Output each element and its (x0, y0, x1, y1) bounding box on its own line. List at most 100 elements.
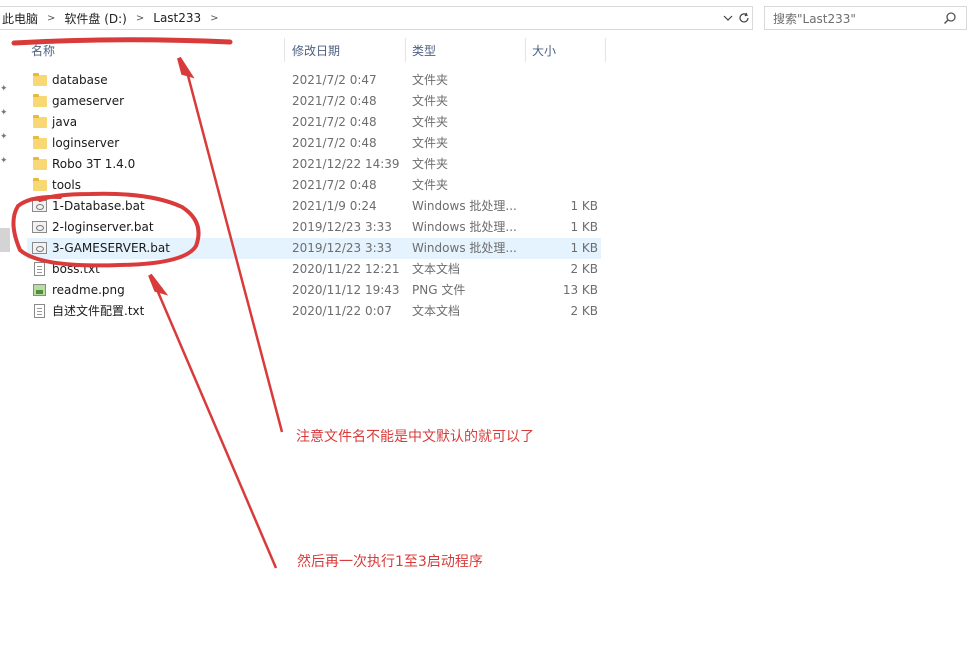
file-size (532, 91, 598, 112)
list-item-selected[interactable]: 3-GAMESERVER.bat 2019/12/23 3:33 Windows… (27, 238, 601, 259)
text-file-icon (32, 262, 48, 277)
file-size: 1 KB (570, 241, 598, 255)
breadcrumb-drive-d[interactable]: 软件盘 (D:) (62, 7, 128, 29)
file-date: 2021/1/9 0:24 (292, 199, 377, 213)
file-type: Windows 批处理... (412, 199, 517, 213)
file-name: loginserver (52, 136, 120, 150)
file-type: 文本文档 (412, 304, 461, 318)
image-file-icon (32, 283, 48, 298)
file-date: 2021/7/2 0:48 (292, 136, 377, 150)
chevron-right-icon[interactable]: > (203, 13, 225, 24)
refresh-icon[interactable] (736, 7, 752, 29)
list-item[interactable]: 自述文件配置.txt 2020/11/22 0:07 文本文档 2 KB (27, 301, 601, 322)
breadcrumb-this-pc[interactable]: 此电脑 (0, 7, 40, 29)
pin-icon[interactable]: ✦ (0, 84, 8, 94)
file-type: 文本文档 (412, 262, 461, 276)
file-date: 2021/7/2 0:47 (292, 73, 377, 87)
column-divider[interactable] (284, 38, 285, 62)
file-name: 3-GAMESERVER.bat (52, 241, 170, 255)
file-name: 1-Database.bat (52, 199, 145, 213)
file-type: Windows 批处理... (412, 241, 517, 255)
file-date: 2019/12/23 3:33 (292, 241, 392, 255)
file-date: 2021/7/2 0:48 (292, 178, 377, 192)
column-header-date[interactable]: 修改日期 (292, 38, 402, 62)
file-date: 2020/11/12 19:43 (292, 283, 400, 297)
folder-icon (32, 115, 48, 130)
list-item[interactable]: loginserver 2021/7/2 0:48 文件夹 (27, 133, 601, 154)
file-date: 2021/12/22 14:39 (292, 157, 400, 171)
folder-icon (32, 73, 48, 88)
file-date: 2020/11/22 12:21 (292, 262, 400, 276)
file-type: 文件夹 (412, 178, 449, 192)
file-size (532, 133, 598, 154)
annotation-note-2: 然后再一次执行1至3启动程序 (297, 554, 483, 570)
file-size: 2 KB (570, 304, 598, 318)
file-date: 2020/11/22 0:07 (292, 304, 392, 318)
file-date: 2019/12/23 3:33 (292, 220, 392, 234)
batch-file-icon (32, 199, 48, 214)
column-divider[interactable] (605, 38, 606, 62)
list-item[interactable]: 1-Database.bat 2021/1/9 0:24 Windows 批处理… (27, 196, 601, 217)
chevron-right-icon[interactable]: > (40, 13, 62, 24)
dropdown-chevron-icon[interactable] (720, 7, 736, 29)
batch-file-icon (32, 241, 48, 256)
file-type: Windows 批处理... (412, 220, 517, 234)
file-size (532, 70, 598, 91)
file-type: 文件夹 (412, 157, 449, 171)
file-date: 2021/7/2 0:48 (292, 94, 377, 108)
annotation-note-1: 注意文件名不能是中文默认的就可以了 (296, 429, 534, 445)
list-item[interactable]: boss.txt 2020/11/22 12:21 文本文档 2 KB (27, 259, 601, 280)
file-size: 2 KB (570, 262, 598, 276)
file-size (532, 154, 598, 175)
annotation-arrow-2 (153, 284, 278, 569)
search-box[interactable]: 搜索"Last233" (764, 6, 967, 30)
list-item[interactable]: gameserver 2021/7/2 0:48 文件夹 (27, 91, 601, 112)
file-date: 2021/7/2 0:48 (292, 115, 377, 129)
file-size (532, 175, 598, 196)
file-name: 2-loginserver.bat (52, 220, 154, 234)
list-item[interactable]: readme.png 2020/11/12 19:43 PNG 文件 13 KB (27, 280, 601, 301)
file-name: readme.png (52, 283, 125, 297)
nav-selected-item[interactable] (0, 228, 10, 252)
file-name: 自述文件配置.txt (52, 304, 145, 318)
file-name: gameserver (52, 94, 125, 108)
folder-icon (32, 94, 48, 109)
search-icon[interactable] (943, 11, 957, 25)
pin-icon[interactable]: ✦ (0, 108, 8, 118)
file-size (532, 112, 598, 133)
column-header-type[interactable]: 类型 (412, 38, 522, 62)
folder-icon (32, 157, 48, 172)
folder-icon (32, 178, 48, 193)
list-item[interactable]: tools 2021/7/2 0:48 文件夹 (27, 175, 601, 196)
folder-icon (32, 136, 48, 151)
file-name: Robo 3T 1.4.0 (52, 157, 136, 171)
file-type: 文件夹 (412, 94, 449, 108)
column-divider[interactable] (525, 38, 526, 62)
address-bar[interactable]: 此电脑 > 软件盘 (D:) > Last233 > (0, 6, 753, 30)
breadcrumb-last233[interactable]: Last233 (151, 7, 203, 29)
column-header-size[interactable]: 大小 (532, 38, 602, 62)
column-header-name[interactable]: 名称 (31, 38, 281, 62)
file-type: PNG 文件 (412, 283, 466, 297)
file-name: java (52, 115, 78, 129)
pin-icon[interactable]: ✦ (0, 156, 8, 166)
search-input[interactable]: 搜索"Last233" (773, 10, 856, 27)
file-type: 文件夹 (412, 115, 449, 129)
list-item[interactable]: database 2021/7/2 0:47 文件夹 (27, 70, 601, 91)
chevron-right-icon[interactable]: > (129, 13, 151, 24)
list-item[interactable]: java 2021/7/2 0:48 文件夹 (27, 112, 601, 133)
file-type: 文件夹 (412, 136, 449, 150)
toolbar: 此电脑 > 软件盘 (D:) > Last233 > 搜索"Last233" (0, 0, 980, 36)
file-name: tools (52, 178, 81, 192)
file-size: 1 KB (570, 199, 598, 213)
file-name: database (52, 73, 108, 87)
file-name: boss.txt (52, 262, 100, 276)
pin-icon[interactable]: ✦ (0, 132, 8, 142)
batch-file-icon (32, 220, 48, 235)
file-type: 文件夹 (412, 73, 449, 87)
list-item[interactable]: 2-loginserver.bat 2019/12/23 3:33 Window… (27, 217, 601, 238)
file-size: 13 KB (562, 283, 598, 297)
list-item[interactable]: Robo 3T 1.4.0 2021/12/22 14:39 文件夹 (27, 154, 601, 175)
column-divider[interactable] (405, 38, 406, 62)
text-file-icon (32, 304, 48, 319)
